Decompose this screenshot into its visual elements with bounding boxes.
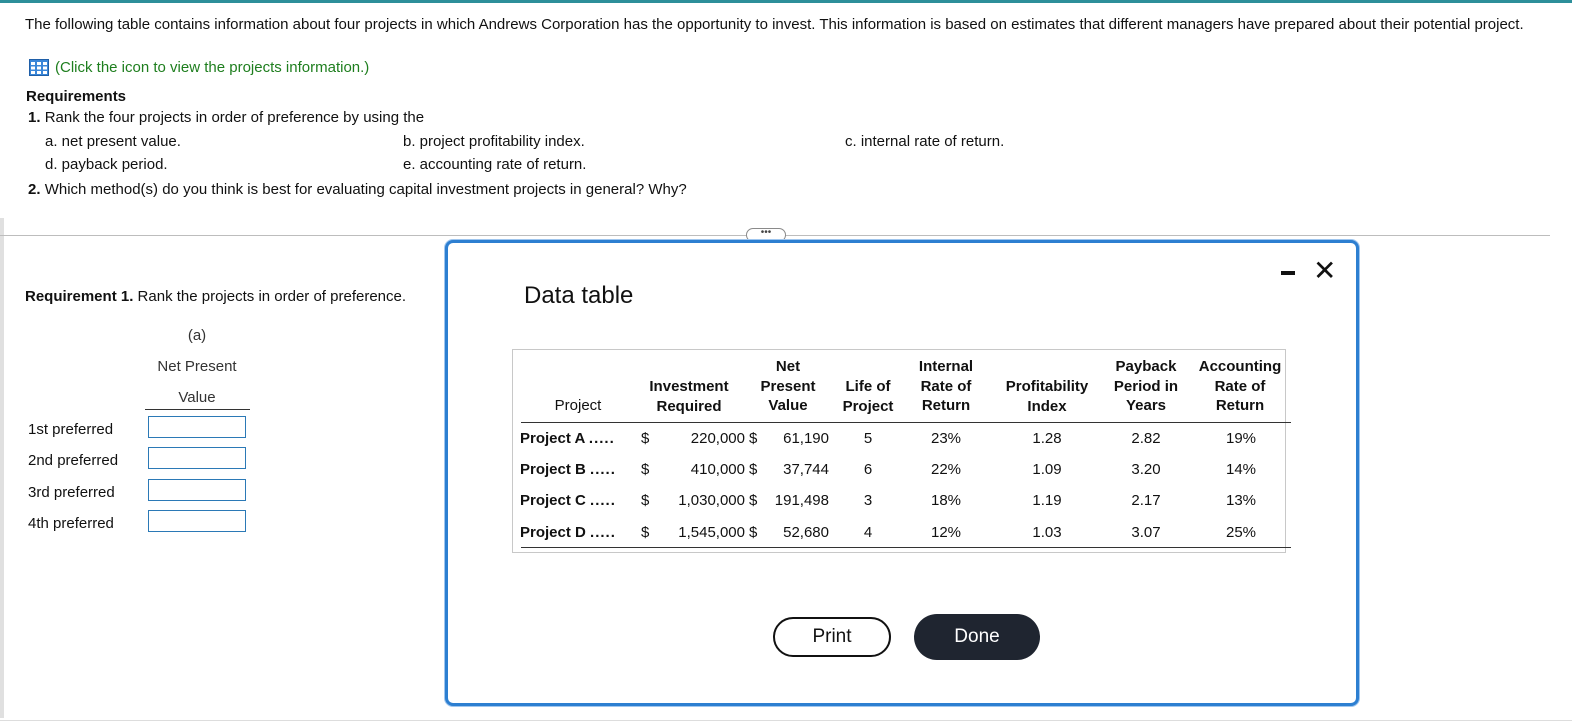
rank-2-npv-input[interactable]: [148, 447, 246, 469]
rank-label-3: 3rd preferred: [28, 484, 115, 501]
column-title-line2: Value: [178, 389, 216, 406]
cell-irr: 12%: [930, 524, 962, 541]
cell-investment: 410,000: [690, 461, 745, 478]
cell-life: 5: [863, 430, 873, 447]
cell-investment: 1,545,000: [678, 524, 745, 541]
requirement-1-label: Requirement 1.: [25, 288, 134, 305]
minimize-icon[interactable]: [1281, 271, 1295, 275]
leader-dots: .....: [590, 461, 616, 478]
header-investment: Investment Required: [649, 378, 729, 415]
requirement-1-prompt: Requirement 1. Rank the projects in orde…: [25, 288, 406, 305]
header-rule: [521, 422, 1291, 423]
row-project-name: Project A .....: [520, 430, 615, 447]
cell-npv: 191,498: [774, 492, 829, 509]
leader-dots: .....: [590, 492, 616, 509]
cell-payback: 2.82: [1131, 430, 1161, 447]
header-arr: Accounting Rate of Return: [1198, 358, 1282, 414]
requirement-1: 1. Rank the four projects in order of pr…: [28, 109, 424, 126]
cell-pi: 1.28: [1032, 430, 1062, 447]
cell-payback: 3.07: [1131, 524, 1161, 541]
cell-arr: 13%: [1225, 492, 1257, 509]
project-name: Project D: [520, 524, 586, 541]
data-table-modal: Data table ✕ Project Investment Required…: [445, 240, 1359, 706]
cell-pi: 1.03: [1032, 524, 1062, 541]
modal-title: Data table: [524, 282, 634, 309]
requirement-1-number: 1.: [28, 109, 41, 126]
project-name: Project B: [520, 461, 586, 478]
option-c: c. internal rate of return.: [845, 133, 1005, 150]
header-life: Life of Project: [842, 378, 894, 415]
project-name: Project A: [520, 430, 585, 447]
top-accent-bar: [0, 0, 1572, 3]
cell-pi: 1.19: [1032, 492, 1062, 509]
row-project-name: Project B .....: [520, 461, 616, 478]
header-irr: Internal Rate of Return: [918, 358, 974, 414]
close-icon[interactable]: ✕: [1313, 257, 1336, 285]
print-button[interactable]: Print: [773, 617, 891, 657]
cell-payback: 2.17: [1131, 492, 1161, 509]
cell-cur1: $: [641, 461, 650, 478]
leader-dots: .....: [588, 430, 615, 447]
cell-arr: 19%: [1225, 430, 1257, 447]
cell-arr: 14%: [1225, 461, 1257, 478]
cell-npv: 37,744: [783, 461, 829, 478]
cell-life: 4: [863, 524, 873, 541]
cell-life: 6: [863, 461, 873, 478]
cell-investment: 1,030,000: [678, 492, 745, 509]
requirement-2: 2. Which method(s) do you think is best …: [28, 181, 687, 198]
header-npv: Net Present Value: [760, 358, 816, 414]
row-project-name: Project C .....: [520, 492, 616, 509]
header-payback: Payback Period in Years: [1113, 358, 1179, 414]
header-project: Project: [554, 397, 602, 414]
cell-pi: 1.09: [1032, 461, 1062, 478]
cell-life: 3: [863, 492, 873, 509]
rank-4-npv-input[interactable]: [148, 510, 246, 532]
projects-info-link[interactable]: (Click the icon to view the projects inf…: [29, 59, 369, 76]
cell-arr: 25%: [1225, 524, 1257, 541]
left-edge-bar: [0, 218, 4, 718]
leader-dots: .....: [590, 524, 616, 541]
cell-cur1: $: [641, 524, 650, 541]
table-bottom-rule: [521, 547, 1291, 548]
requirements-heading: Requirements: [26, 88, 127, 105]
rank-label-4: 4th preferred: [28, 515, 114, 532]
row-project-name: Project D .....: [520, 524, 616, 541]
cell-irr: 23%: [930, 430, 962, 447]
option-b: b. project profitability index.: [403, 133, 585, 150]
done-button[interactable]: Done: [914, 614, 1040, 660]
cell-payback: 3.20: [1131, 461, 1161, 478]
requirement-1-text: Rank the four projects in order of prefe…: [44, 109, 425, 126]
cell-irr: 18%: [930, 492, 962, 509]
header-pi: Profitability Index: [1005, 378, 1089, 415]
cell-cur1: $: [641, 430, 650, 447]
option-d: d. payback period.: [45, 156, 168, 173]
rank-label-1: 1st preferred: [28, 421, 114, 438]
option-e: e. accounting rate of return.: [403, 156, 587, 173]
column-letter-a: (a): [187, 327, 207, 344]
column-title-line1: Net Present: [157, 358, 237, 375]
rank-label-2: 2nd preferred: [28, 452, 119, 469]
data-table: Project Investment Required Net Present …: [512, 349, 1291, 553]
table-grid-icon[interactable]: [29, 59, 49, 76]
cell-npv: 52,680: [783, 524, 829, 541]
option-a: a. net present value.: [45, 133, 181, 150]
cell-cur1: $: [641, 492, 650, 509]
cell-investment: 220,000: [690, 430, 745, 447]
project-name: Project C: [520, 492, 586, 509]
bottom-rule: [0, 720, 1572, 721]
cell-npv: 61,190: [783, 430, 829, 447]
column-header-rule: [145, 409, 250, 410]
requirement-1-prompt-text: Rank the projects in order of preference…: [137, 288, 407, 305]
cell-irr: 22%: [930, 461, 962, 478]
rank-3-npv-input[interactable]: [148, 479, 246, 501]
projects-info-link-text[interactable]: (Click the icon to view the projects inf…: [55, 59, 369, 76]
intro-text: The following table contains information…: [25, 16, 1524, 33]
rank-1-npv-input[interactable]: [148, 416, 246, 438]
requirement-2-text: Which method(s) do you think is best for…: [44, 181, 687, 198]
requirement-2-number: 2.: [28, 181, 41, 198]
